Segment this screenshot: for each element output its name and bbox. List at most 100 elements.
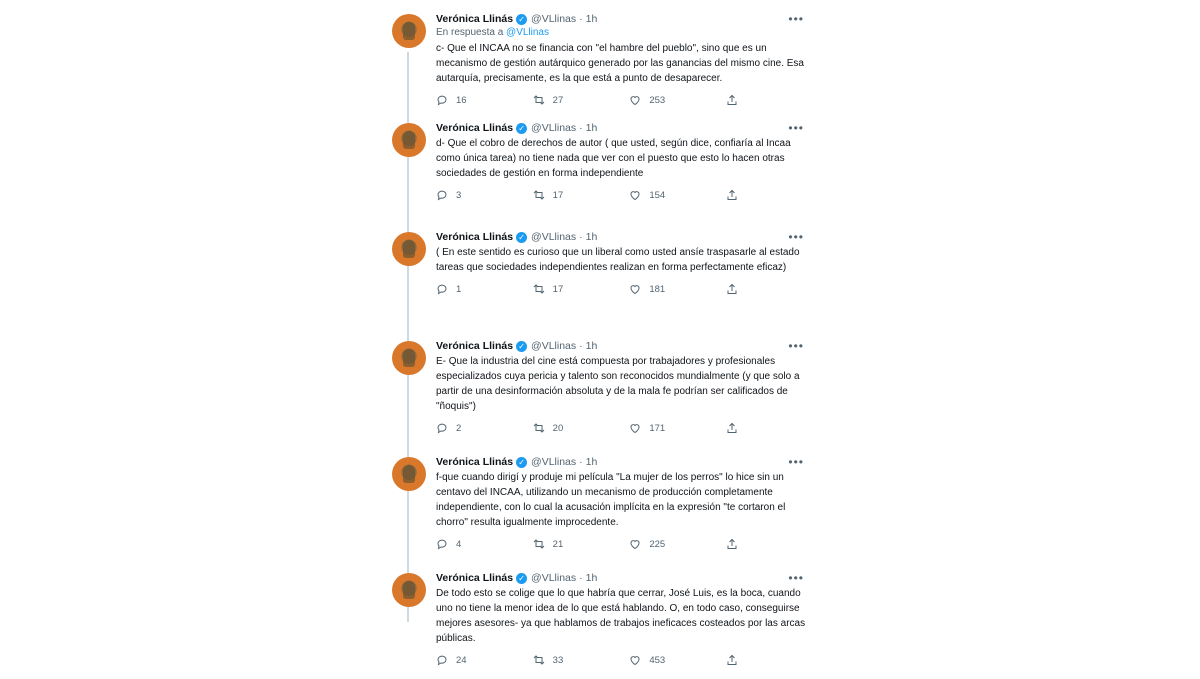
tweet[interactable]: Verónica Llinás ✓ @VLlinas · 1h ••• De t…	[392, 567, 812, 679]
share-button[interactable]	[726, 538, 746, 550]
more-icon[interactable]: •••	[788, 339, 804, 353]
reply-button[interactable]: 1	[436, 283, 533, 295]
more-icon[interactable]: •••	[788, 571, 804, 585]
tweet-actions: 1 17 181	[436, 283, 746, 295]
tweet[interactable]: Verónica Llinás ✓ @VLlinas · 1h ••• ( En…	[392, 226, 812, 335]
author-handle[interactable]: @VLlinas	[531, 230, 576, 244]
author-name[interactable]: Verónica Llinás	[436, 571, 513, 585]
tweet[interactable]: Verónica Llinás ✓ @VLlinas · 1h ••• f-qu…	[392, 451, 812, 567]
like-button[interactable]: 181	[629, 283, 726, 295]
timestamp[interactable]: 1h	[586, 12, 598, 26]
author-handle[interactable]: @VLlinas	[531, 339, 576, 353]
author-name[interactable]: Verónica Llinás	[436, 455, 513, 469]
tweet-text: ( En este sentido es curioso que un libe…	[436, 247, 800, 273]
author-name[interactable]: Verónica Llinás	[436, 230, 513, 244]
tweet-text: f-que cuando dirigí y produje mi películ…	[436, 472, 786, 528]
avatar[interactable]	[392, 123, 426, 157]
timestamp[interactable]: 1h	[586, 339, 598, 353]
reply-icon	[436, 94, 448, 106]
author-name[interactable]: Verónica Llinás	[436, 339, 513, 353]
share-icon	[726, 189, 738, 201]
timestamp[interactable]: 1h	[586, 455, 598, 469]
reply-count: 2	[456, 422, 462, 434]
like-icon	[629, 538, 641, 550]
share-button[interactable]	[726, 189, 746, 201]
avatar[interactable]	[392, 14, 426, 48]
reply-button[interactable]: 2	[436, 422, 533, 434]
like-button[interactable]: 154	[629, 189, 726, 201]
retweet-icon	[533, 94, 545, 106]
tweet[interactable]: Verónica Llinás ✓ @VLlinas · 1h ••• E- Q…	[392, 335, 812, 451]
separator-dot: ·	[579, 340, 583, 352]
like-icon	[629, 189, 641, 201]
tweet[interactable]: Verónica Llinás ✓ @VLlinas · 1h ••• d- Q…	[392, 117, 812, 226]
retweet-button[interactable]: 21	[533, 538, 630, 550]
tweet-header: Verónica Llinás ✓ @VLlinas · 1h	[436, 571, 812, 585]
like-count: 181	[649, 283, 666, 295]
author-name[interactable]: Verónica Llinás	[436, 12, 513, 26]
tweet-actions: 3 17 154	[436, 189, 746, 201]
retweet-count: 17	[552, 283, 564, 295]
like-icon	[629, 94, 641, 106]
more-icon[interactable]: •••	[788, 121, 804, 135]
author-handle[interactable]: @VLlinas	[531, 12, 576, 26]
share-button[interactable]	[726, 422, 746, 434]
separator-dot: ·	[579, 231, 583, 243]
reply-to-line: En respuesta a @VLlinas	[436, 26, 812, 40]
tweet[interactable]: Verónica Llinás ✓ @VLlinas · 1h ••• En r…	[392, 8, 812, 117]
retweet-button[interactable]: 17	[533, 283, 630, 295]
separator-dot: ·	[579, 122, 583, 134]
tweet-actions: 4 21 225	[436, 538, 746, 550]
share-icon	[726, 283, 738, 295]
like-count: 253	[649, 94, 666, 106]
tweet-header: Verónica Llinás ✓ @VLlinas · 1h	[436, 230, 812, 244]
avatar[interactable]	[392, 457, 426, 491]
share-icon	[726, 538, 738, 550]
share-icon	[726, 422, 738, 434]
author-handle[interactable]: @VLlinas	[531, 571, 576, 585]
share-button[interactable]	[726, 654, 746, 666]
reply-count: 24	[456, 654, 467, 666]
like-button[interactable]: 253	[629, 94, 726, 106]
author-handle[interactable]: @VLlinas	[531, 455, 576, 469]
like-button[interactable]: 225	[629, 538, 726, 550]
retweet-button[interactable]: 20	[533, 422, 630, 434]
tweet-text: E- Que la industria del cine está compue…	[436, 356, 800, 412]
tweet-text: c- Que el INCAA no se financia con "el h…	[436, 43, 804, 84]
reply-icon	[436, 538, 448, 550]
reply-button[interactable]: 16	[436, 94, 533, 106]
reply-to-mention[interactable]: @VLlinas	[506, 27, 549, 38]
like-button[interactable]: 171	[629, 422, 726, 434]
verified-badge-icon: ✓	[516, 340, 528, 352]
reply-count: 3	[456, 189, 462, 201]
avatar[interactable]	[392, 232, 426, 266]
author-handle[interactable]: @VLlinas	[531, 121, 576, 135]
tweet-actions: 2 20 171	[436, 422, 746, 434]
reply-count: 4	[456, 538, 462, 550]
timestamp[interactable]: 1h	[586, 571, 598, 585]
like-count: 453	[649, 654, 666, 666]
share-button[interactable]	[726, 94, 746, 106]
reply-button[interactable]: 4	[436, 538, 533, 550]
retweet-icon	[533, 422, 545, 434]
reply-icon	[436, 283, 448, 295]
like-count: 225	[649, 538, 666, 550]
like-button[interactable]: 453	[629, 654, 726, 666]
reply-button[interactable]: 24	[436, 654, 533, 666]
author-name[interactable]: Verónica Llinás	[436, 121, 513, 135]
reply-icon	[436, 422, 448, 434]
retweet-button[interactable]: 17	[533, 189, 630, 201]
avatar[interactable]	[392, 341, 426, 375]
tweet-header: Verónica Llinás ✓ @VLlinas · 1h	[436, 121, 812, 135]
reply-button[interactable]: 3	[436, 189, 533, 201]
more-icon[interactable]: •••	[788, 455, 804, 469]
retweet-icon	[533, 283, 545, 295]
retweet-button[interactable]: 27	[533, 94, 630, 106]
more-icon[interactable]: •••	[788, 12, 804, 26]
timestamp[interactable]: 1h	[586, 230, 598, 244]
avatar[interactable]	[392, 573, 426, 607]
more-icon[interactable]: •••	[788, 230, 804, 244]
share-button[interactable]	[726, 283, 746, 295]
retweet-button[interactable]: 33	[533, 654, 630, 666]
timestamp[interactable]: 1h	[586, 121, 598, 135]
